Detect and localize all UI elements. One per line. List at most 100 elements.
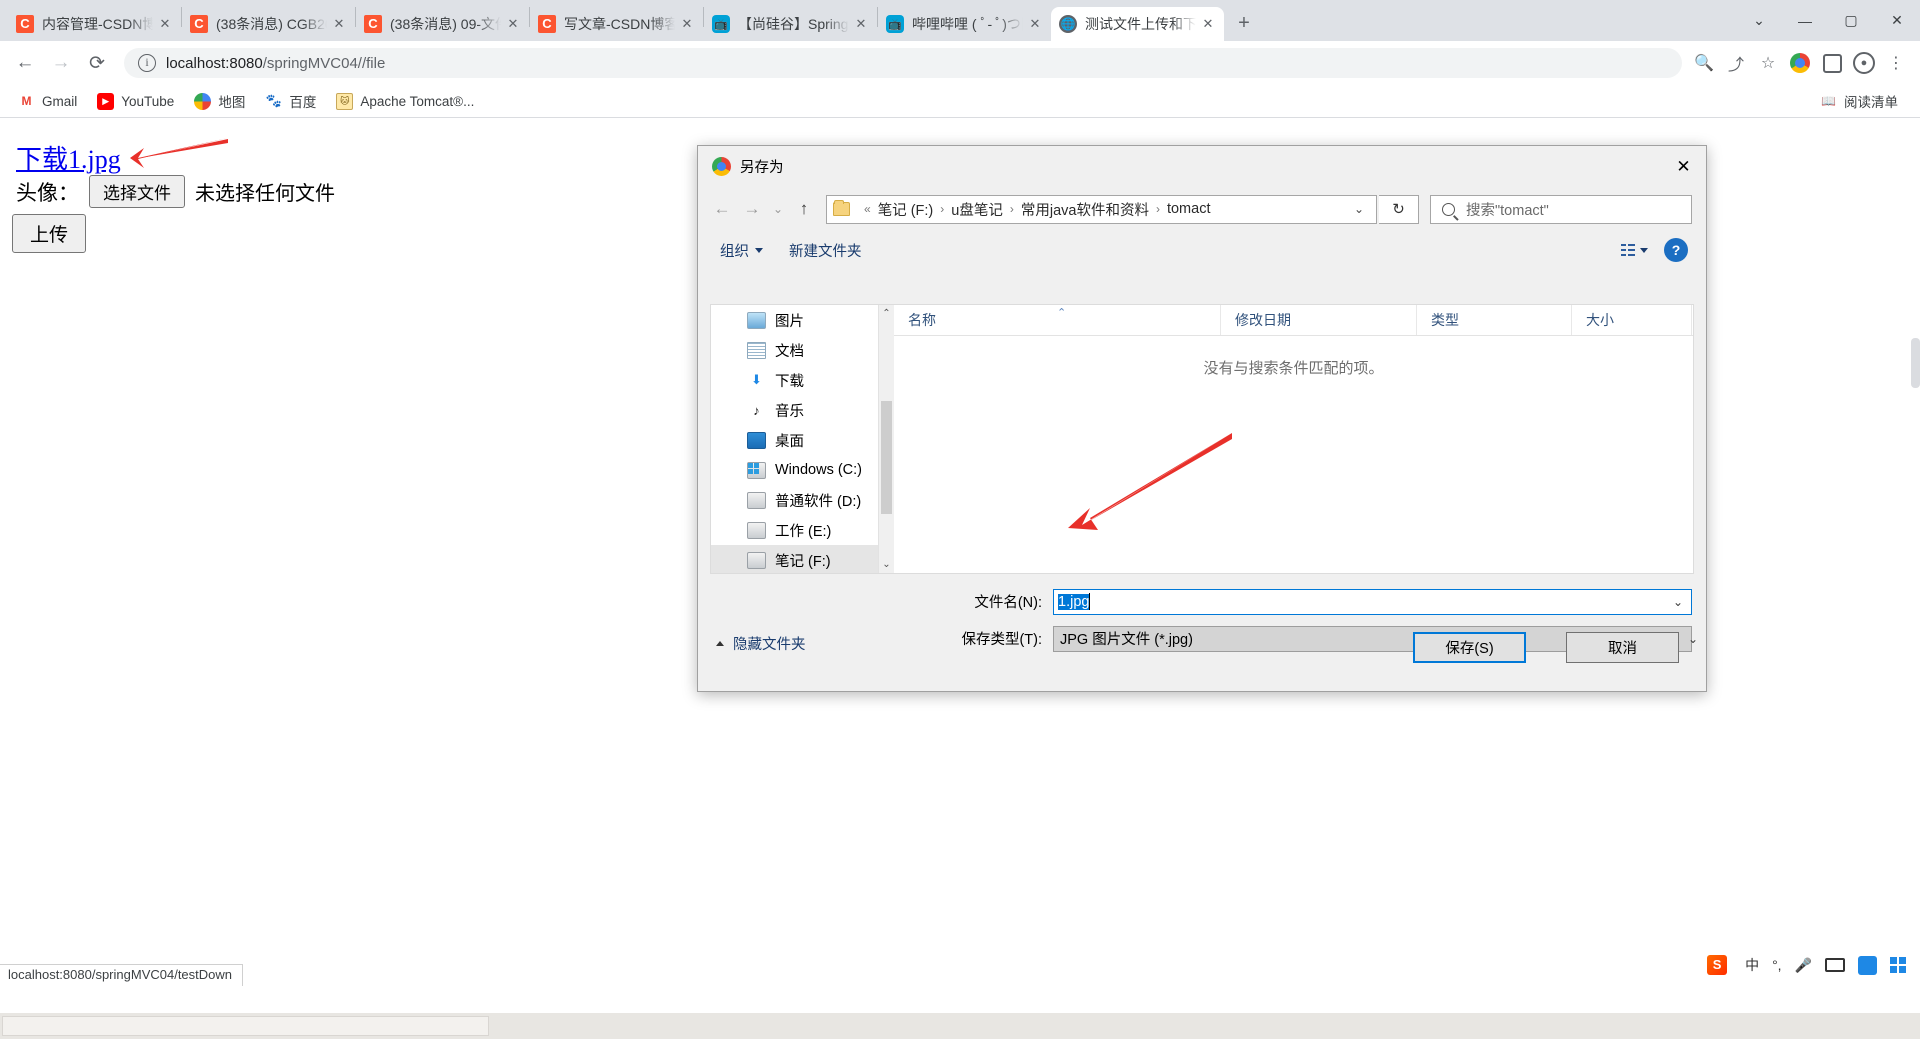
tree-item-label: 图片 <box>775 313 804 330</box>
chrome-menu-icon[interactable]: ⋮ <box>1880 47 1912 79</box>
drive-icon <box>747 551 766 569</box>
column-header-name[interactable]: ⌃ 名称 <box>894 305 1221 335</box>
toolbar-icons: 🔍 ⤴ ☆ ● ⋮ <box>1688 47 1912 79</box>
back-icon[interactable]: ← <box>8 46 42 80</box>
csdn-icon: C <box>190 15 208 33</box>
reload-icon[interactable]: ⟳ <box>80 46 114 80</box>
scroll-down-icon[interactable]: ⌄ <box>879 556 894 573</box>
breadcrumb-overflow[interactable]: « <box>864 202 871 216</box>
column-header-size[interactable]: 大小 <box>1572 305 1692 335</box>
zoom-icon[interactable]: 🔍 <box>1688 47 1720 79</box>
tree-item-downloads[interactable]: ⬇ 下载 <box>711 365 894 395</box>
bookmark-gmail[interactable]: M Gmail <box>10 89 85 114</box>
tree-item-pictures[interactable]: 图片 <box>711 305 894 335</box>
new-tab-button[interactable]: + <box>1230 10 1258 38</box>
browser-tab-active[interactable]: 🌐 测试文件上传和下载 ✕ <box>1051 7 1224 41</box>
dialog-up-icon[interactable]: ↑ <box>790 195 818 223</box>
tab-close-icon[interactable]: ✕ <box>157 16 173 32</box>
scroll-up-icon[interactable]: ⌃ <box>879 305 894 322</box>
bookmark-maps[interactable]: 地图 <box>186 87 253 115</box>
sogou-logo-icon[interactable]: S <box>1702 950 1733 980</box>
browser-tab[interactable]: 📺 【尚硅谷】SpringMV ✕ <box>704 7 877 41</box>
tree-item-drive-e[interactable]: 工作 (E:) <box>711 515 894 545</box>
close-window-button[interactable]: ✕ <box>1874 0 1920 41</box>
chevron-down-icon[interactable]: ⌄ <box>1673 595 1683 609</box>
reading-list-button[interactable]: 📖 阅读清单 <box>1812 87 1906 115</box>
cancel-button[interactable]: 取消 <box>1566 632 1679 663</box>
new-folder-button[interactable]: 新建文件夹 <box>789 240 862 261</box>
dialog-back-icon[interactable]: ← <box>708 195 736 223</box>
filename-label: 文件名(N): <box>974 595 1042 611</box>
filename-input[interactable]: 1.jpg ⌄ <box>1053 588 1692 615</box>
tree-item-documents[interactable]: 文档 <box>711 335 894 365</box>
tab-close-icon[interactable]: ✕ <box>505 16 521 32</box>
address-bar[interactable]: i localhost:8080/springMVC04//file <box>124 48 1682 78</box>
browser-tab[interactable]: 📺 哔哩哔哩 ( ﾟ- ﾟ)つ囗 ✕ <box>878 7 1051 41</box>
profile-avatar-icon[interactable]: ● <box>1848 47 1880 79</box>
breadcrumb-item[interactable]: 笔记 (F:) <box>878 199 934 220</box>
apps-icon[interactable] <box>1890 957 1906 973</box>
minimize-button[interactable]: — <box>1782 0 1828 41</box>
tree-item-music[interactable]: ♪ 音乐 <box>711 395 894 425</box>
bookmark-star-icon[interactable]: ☆ <box>1752 47 1784 79</box>
column-header-date[interactable]: 修改日期 <box>1221 305 1417 335</box>
extensions-icon[interactable] <box>1816 47 1848 79</box>
dialog-close-button[interactable]: ✕ <box>1661 146 1706 187</box>
share-icon[interactable]: ⤴ <box>1720 47 1752 79</box>
breadcrumb-item[interactable]: tomact <box>1167 201 1211 217</box>
tree-item-label: Windows (C:) <box>775 462 863 478</box>
breadcrumb-dropdown-icon[interactable]: ⌄ <box>1348 202 1370 216</box>
breadcrumb[interactable]: « 笔记 (F:) › u盘笔记 › 常用java软件和资料 › tomact … <box>826 194 1377 224</box>
browser-tab[interactable]: C (38条消息) 09-文件的 ✕ <box>356 7 529 41</box>
tree-item-drive-d[interactable]: 普通软件 (D:) <box>711 485 894 515</box>
browser-tab[interactable]: C (38条消息) CGB2005 ✕ <box>182 7 355 41</box>
dialog-forward-icon[interactable]: → <box>738 195 766 223</box>
dialog-recent-locations-icon[interactable]: ⌄ <box>768 195 788 223</box>
breadcrumb-item[interactable]: 常用java软件和资料 <box>1021 199 1149 220</box>
bookmark-baidu[interactable]: 🐾 百度 <box>257 87 324 115</box>
tab-close-icon[interactable]: ✕ <box>1200 16 1216 32</box>
tab-close-icon[interactable]: ✕ <box>1027 16 1043 32</box>
toolbox-icon[interactable] <box>1858 955 1877 975</box>
choose-file-button[interactable]: 选择文件 <box>89 175 185 208</box>
help-icon[interactable]: ? <box>1664 238 1688 262</box>
text-caret <box>1089 593 1091 610</box>
ime-punctuation-icon[interactable]: °, <box>1772 957 1782 973</box>
mic-icon[interactable]: 🎤 <box>1795 957 1812 974</box>
organize-button[interactable]: 组织 <box>720 240 763 261</box>
browser-tab[interactable]: C 写文章-CSDN博客 ✕ <box>530 7 703 41</box>
search-input[interactable]: 搜索"tomact" <box>1430 194 1692 224</box>
bookmark-youtube[interactable]: ▶ YouTube <box>89 89 182 114</box>
page-scrollbar-thumb[interactable] <box>1911 338 1920 388</box>
ime-mode-label[interactable]: 中 <box>1745 955 1759 975</box>
keyboard-icon[interactable] <box>1825 958 1845 972</box>
tab-search-icon[interactable]: ⌄ <box>1736 0 1782 41</box>
refresh-button[interactable]: ↻ <box>1379 194 1419 224</box>
save-button[interactable]: 保存(S) <box>1413 632 1526 663</box>
tab-close-icon[interactable]: ✕ <box>331 16 347 32</box>
maximize-button[interactable]: ▢ <box>1828 0 1874 41</box>
google-maps-icon <box>194 92 212 110</box>
tree-scrollbar[interactable]: ⌃ ⌄ <box>878 305 894 573</box>
scroll-thumb[interactable] <box>881 401 892 514</box>
forward-icon[interactable]: → <box>44 46 78 80</box>
upload-button[interactable]: 上传 <box>12 214 87 253</box>
breadcrumb-item[interactable]: u盘笔记 <box>951 199 1003 220</box>
bookmark-tomcat[interactable]: 🐱 Apache Tomcat®... <box>328 89 482 114</box>
taskbar-item[interactable] <box>2 1016 489 1036</box>
tree-item-windows-c[interactable]: Windows (C:) <box>711 455 894 485</box>
column-header-type[interactable]: 类型 <box>1417 305 1572 335</box>
tree-item-drive-f[interactable]: 笔记 (F:) <box>711 545 894 573</box>
tree-item-desktop[interactable]: 桌面 <box>711 425 894 455</box>
info-icon[interactable]: i <box>138 54 156 72</box>
tab-close-icon[interactable]: ✕ <box>679 16 695 32</box>
tree-item-label: 音乐 <box>775 403 804 420</box>
reading-list-icon: 📖 <box>1821 94 1836 108</box>
browser-tab[interactable]: C 内容管理-CSDN博客 ✕ <box>8 7 181 41</box>
tab-close-icon[interactable]: ✕ <box>853 16 869 32</box>
hide-folders-button[interactable]: 隐藏文件夹 <box>716 633 806 654</box>
chrome-profile-icon[interactable] <box>1784 47 1816 79</box>
view-options-button[interactable] <box>1621 244 1648 256</box>
bookmark-label: 百度 <box>289 95 317 110</box>
url-host: localhost:8080 <box>166 54 263 72</box>
